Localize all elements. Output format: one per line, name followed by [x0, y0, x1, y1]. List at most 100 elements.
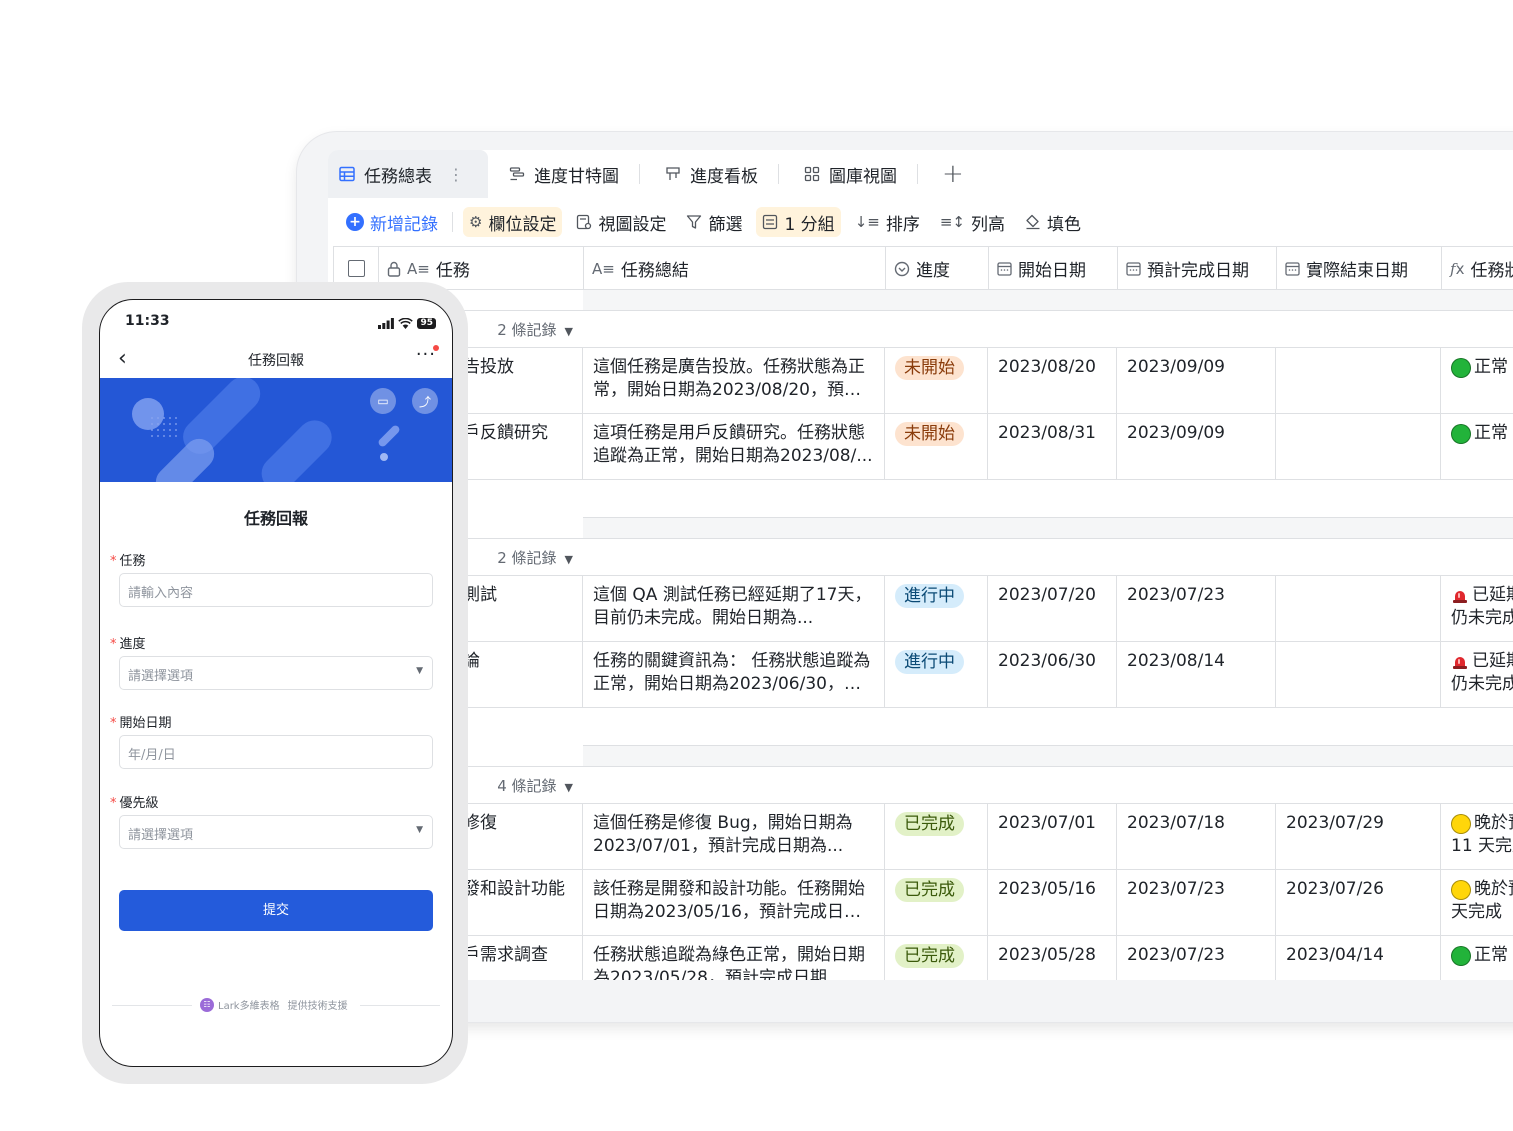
collapse-caret-icon[interactable]: ▼ [565, 553, 573, 566]
group-add-row[interactable] [583, 708, 1513, 746]
date-value: 2023/08/20 [998, 357, 1096, 377]
column-header-task-status[interactable]: fx 任務狀 [1442, 247, 1513, 290]
more-vertical-icon[interactable]: ⋮ [448, 165, 464, 184]
cell-planned-date[interactable]: 2023/07/18 [1117, 804, 1276, 869]
cell-actual-date[interactable]: 2023/04/14 [1276, 936, 1441, 980]
cell-task-status[interactable]: 晚於預 11 天完成 [1441, 804, 1513, 869]
column-header-planned-date[interactable]: 預計完成日期 [1118, 247, 1277, 290]
lark-logo-icon: ☷ [200, 997, 214, 1012]
cell-actual-date[interactable]: 2023/07/26 [1276, 870, 1441, 935]
column-header-summary[interactable]: A≡ 任務總結 [584, 247, 886, 290]
cell-planned-date[interactable]: 2023/07/23 [1117, 576, 1276, 641]
dropdown-arrow-icon: ▼ [416, 666, 423, 676]
cell-task-status[interactable]: 正常 [1441, 348, 1513, 413]
cell-task-status[interactable]: 晚於預天完成 [1441, 870, 1513, 935]
cell-progress[interactable]: 未開始 [885, 414, 988, 479]
cell-start-date[interactable]: 2023/08/20 [988, 348, 1117, 413]
table-row[interactable]: 論任務的關鍵資訊為： 任務狀態追蹤為正常，開始日期為2023/06/30，預..… [333, 642, 1513, 708]
cell-start-date[interactable]: 2023/08/31 [988, 414, 1117, 479]
submit-button[interactable]: 提交 [119, 890, 433, 931]
fill-color-button[interactable]: 填色 [1019, 207, 1087, 237]
cell-progress[interactable]: 進行中 [885, 642, 988, 707]
cell-task-status[interactable]: 已延期仍未完成 [1441, 642, 1513, 707]
cell-summary[interactable]: 該任務是開發和設計功能。任務開始日期為2023/05/16，預計完成日期... [583, 870, 885, 935]
cell-planned-date[interactable]: 2023/08/14 [1117, 642, 1276, 707]
desktop-window-frame: 任務總表 ⋮ 進度甘特圖 進度看板 圖庫視圖 + + 新增記錄 ⚙ 欄位設定 視… [297, 132, 1513, 1022]
text-input[interactable]: 請輸入內容 [119, 573, 433, 607]
date-field[interactable]: 年/月/日 [119, 735, 433, 769]
group-header[interactable]: 4 條記錄 ▼ [333, 766, 1513, 804]
cell-progress[interactable]: 已完成 [885, 870, 988, 935]
gallery-icon [803, 165, 821, 183]
sort-icon: ↓≡ [854, 213, 880, 231]
table-row[interactable]: 修復 這個任務是修復 Bug，開始日期為2023/07/01，預計完成日期為...… [333, 804, 1513, 870]
column-header-actual-date[interactable]: 實際結束日期 [1277, 247, 1442, 290]
row-height-button[interactable]: ≡↕ 列高 [934, 207, 1011, 237]
date-value: 2023/04/14 [1286, 945, 1384, 965]
status-text: 正常 [1474, 945, 1508, 965]
share-icon[interactable]: ⤴ [412, 388, 438, 414]
collapse-caret-icon[interactable]: ▼ [565, 325, 573, 338]
select-field[interactable]: 請選擇選項 ▼ [119, 815, 433, 849]
field-settings-button[interactable]: ⚙ 欄位設定 [463, 207, 563, 237]
cell-actual-date[interactable]: 2023/07/29 [1276, 804, 1441, 869]
column-header-progress[interactable]: 進度 [886, 247, 989, 290]
tab-task-table[interactable]: 任務總表 ⋮ [328, 150, 488, 198]
table-row[interactable]: 戶需求調查 任務狀態追蹤為綠色正常，開始日期為2023/05/28，預計完成日期.… [333, 936, 1513, 980]
tab-label: 進度甘特圖 [534, 166, 619, 187]
cell-start-date[interactable]: 2023/07/01 [988, 804, 1117, 869]
tab-gallery[interactable]: 圖庫視圖 [783, 150, 907, 198]
cell-summary[interactable]: 任務狀態追蹤為綠色正常，開始日期為2023/05/28，預計完成日期... [583, 936, 885, 980]
siren-icon [1451, 588, 1469, 604]
cell-task-status[interactable]: 已延期仍未完成 [1441, 576, 1513, 641]
cell-start-date[interactable]: 2023/05/28 [988, 936, 1117, 980]
cell-planned-date[interactable]: 2023/07/23 [1117, 870, 1276, 935]
cell-progress[interactable]: 已完成 [885, 804, 988, 869]
select-field[interactable]: 請選擇選項 ▼ [119, 656, 433, 690]
tab-gantt[interactable]: 進度甘特圖 [488, 150, 629, 198]
cell-actual-date[interactable] [1276, 348, 1441, 413]
cell-task-status[interactable]: 正常 [1441, 936, 1513, 980]
cell-start-date[interactable]: 2023/06/30 [988, 642, 1117, 707]
column-header-start-date[interactable]: 開始日期 [989, 247, 1118, 290]
cell-summary[interactable]: 這個 QA 測試任務已經延期了17天，目前仍未完成。開始日期為... [583, 576, 885, 641]
tab-label: 圖庫視圖 [829, 166, 897, 187]
table-row[interactable]: 發和設計功能 該任務是開發和設計功能。任務開始日期為2023/05/16，預計完成… [333, 870, 1513, 936]
cell-progress[interactable]: 未開始 [885, 348, 988, 413]
cell-summary[interactable]: 這項任務是用戶反饋研究。任務狀態追蹤為正常，開始日期為2023/08/... [583, 414, 885, 479]
sort-button[interactable]: ↓≡ 排序 [849, 207, 926, 237]
cell-summary[interactable]: 這個任務是修復 Bug，開始日期為2023/07/01，預計完成日期為... [583, 804, 885, 869]
cell-actual-date[interactable] [1276, 642, 1441, 707]
table-row[interactable]: 告投放 這個任務是廣告投放。任務狀態為正常，開始日期為2023/08/20，預計.… [333, 348, 1513, 414]
cell-planned-date[interactable]: 2023/07/23 [1117, 936, 1276, 980]
status-detail: 天完成 [1451, 902, 1502, 922]
group-button[interactable]: 1 分組 [756, 207, 841, 237]
table-row[interactable]: 測試 這個 QA 測試任務已經延期了17天，目前仍未完成。開始日期為... 進行中 2… [333, 576, 1513, 642]
cell-planned-date[interactable]: 2023/09/09 [1117, 414, 1276, 479]
cell-actual-date[interactable] [1276, 414, 1441, 479]
cell-progress[interactable]: 已完成 [885, 936, 988, 980]
table-row[interactable]: 戶反饋研究 這項任務是用戶反饋研究。任務狀態追蹤為正常，開始日期為2023/08/… [333, 414, 1513, 480]
add-record-button[interactable]: + 新增記錄 [340, 207, 444, 237]
placeholder-text: 年/月/日 [128, 748, 176, 763]
card-view-icon[interactable]: ▭ [370, 388, 396, 414]
cell-progress[interactable]: 進行中 [885, 576, 988, 641]
cell-summary[interactable]: 這個任務是廣告投放。任務狀態為正常，開始日期為2023/08/20，預計... [583, 348, 885, 413]
required-asterisk: * [110, 716, 117, 731]
cell-summary[interactable]: 任務的關鍵資訊為： 任務狀態追蹤為正常，開始日期為2023/06/30，預... [583, 642, 885, 707]
view-settings-icon [576, 214, 592, 230]
group-add-row[interactable] [583, 480, 1513, 518]
cell-start-date[interactable]: 2023/07/20 [988, 576, 1117, 641]
cell-start-date[interactable]: 2023/05/16 [988, 870, 1117, 935]
filter-button[interactable]: 篩選 [680, 207, 748, 237]
view-settings-button[interactable]: 視圖設定 [570, 207, 672, 237]
cell-task-status[interactable]: 正常 [1441, 414, 1513, 479]
group-header[interactable]: 2 條記錄 ▼ [333, 310, 1513, 348]
add-view-icon[interactable]: + [942, 159, 964, 189]
cell-actual-date[interactable] [1276, 576, 1441, 641]
tab-kanban[interactable]: 進度看板 [644, 150, 768, 198]
field-label-text: 優先級 [119, 796, 159, 811]
cell-planned-date[interactable]: 2023/09/09 [1117, 348, 1276, 413]
collapse-caret-icon[interactable]: ▼ [565, 781, 573, 794]
group-header[interactable]: 2 條記錄 ▼ [333, 538, 1513, 576]
